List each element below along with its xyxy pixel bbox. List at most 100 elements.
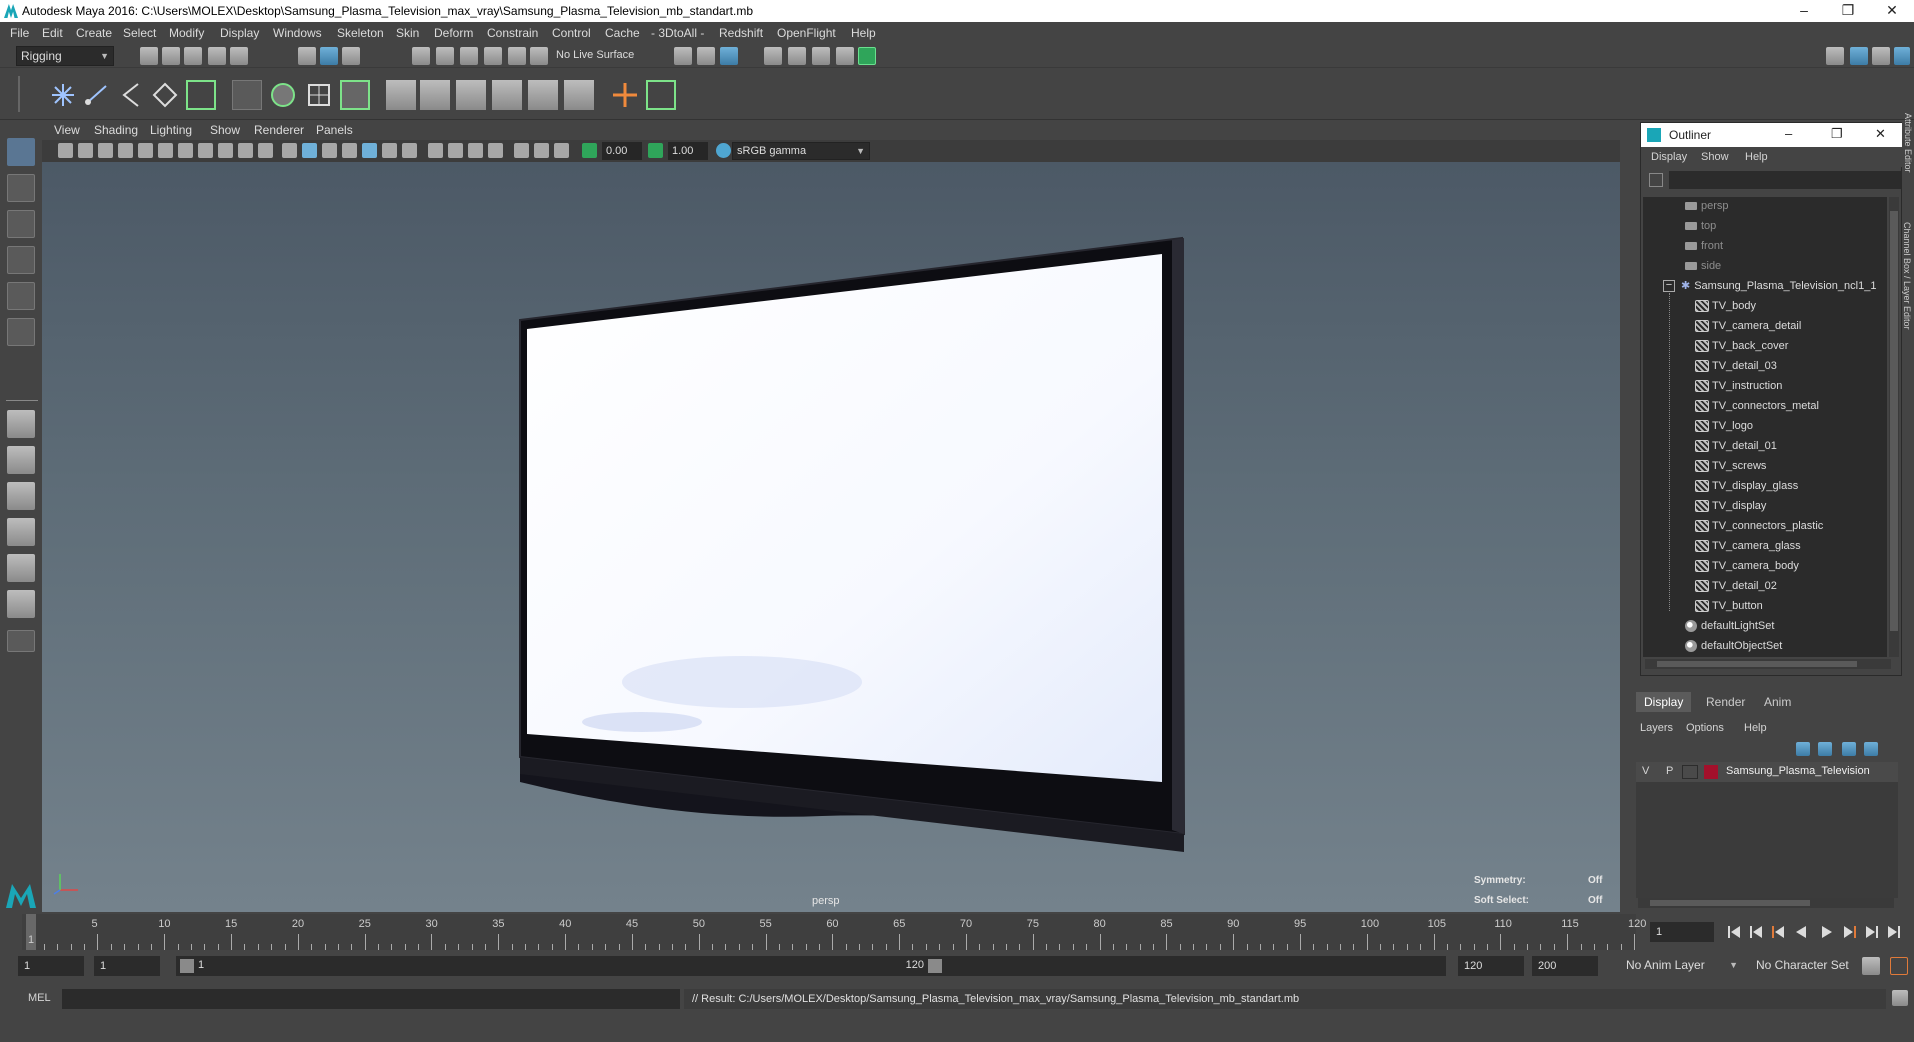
hypershade-icon[interactable] [836,47,854,65]
outliner-child-row[interactable]: TV_display_glass [1695,477,1798,495]
menu-redshift[interactable]: Redshift [719,26,763,40]
collapse-toggle-icon[interactable]: − [1663,280,1675,293]
auto-key-icon[interactable] [1862,957,1880,975]
persp-hypershade-layout-icon[interactable] [7,554,35,582]
input-ops-icon[interactable] [674,47,692,65]
exposure-toggle-icon[interactable] [582,143,597,158]
persp-outliner-layout-icon[interactable] [7,482,35,510]
layer-menu-options[interactable]: Options [1686,722,1724,734]
ik-spline-icon[interactable] [116,80,146,110]
constraint-aim-icon[interactable] [420,80,450,110]
rotate-tool-icon[interactable] [7,282,35,310]
outliner-menu-display[interactable]: Display [1651,151,1687,163]
panel-menu-lighting[interactable]: Lighting [150,123,192,137]
move-tool-icon[interactable] [7,246,35,274]
lattice-cube-icon[interactable] [304,80,334,110]
outliner-maximize-button[interactable]: ❐ [1831,126,1843,142]
outliner-child-row[interactable]: TV_camera_body [1695,557,1799,575]
isolate-select-icon[interactable] [488,143,503,158]
constraint-orient-icon[interactable] [456,80,486,110]
menu-cache[interactable]: Cache [605,26,640,40]
film-gate-icon[interactable] [158,143,173,158]
select-hierarchy-icon[interactable] [298,47,316,65]
locator-icon[interactable] [186,80,216,110]
range-end-handle[interactable] [928,959,942,973]
animation-end-field[interactable]: 200 [1532,956,1598,976]
layer-row[interactable]: V P Samsung_Plasma_Television [1636,762,1898,782]
move-layer-up-icon[interactable] [1796,742,1810,756]
attribute-editor-toggle-icon[interactable] [1850,47,1868,65]
perspective-viewport[interactable]: persp Symmetry: Off Soft Select: Off [42,162,1620,912]
set-key-icon[interactable] [646,80,676,110]
channel-box-tab[interactable]: Channel Box / Layer Editor [1902,222,1912,392]
animation-preferences-icon[interactable] [1890,957,1908,975]
menu-skin[interactable]: Skin [396,26,419,40]
outliner-menu-help[interactable]: Help [1745,151,1768,163]
new-layer-from-selection-icon[interactable] [1864,742,1878,756]
skin-bind-icon[interactable] [150,80,180,110]
channel-box-toggle-icon[interactable] [1894,47,1910,65]
command-input[interactable] [62,989,680,1009]
playback-end-field[interactable]: 120 [1458,956,1524,976]
depth-of-field-icon[interactable] [468,143,483,158]
textured-icon[interactable] [342,143,357,158]
view-transform-dropdown[interactable]: sRGB gamma ▼ [732,142,870,160]
close-button[interactable]: ✕ [1870,0,1914,22]
menu-windows[interactable]: Windows [273,26,322,40]
menu-modify[interactable]: Modify [169,26,204,40]
outliner-child-row[interactable]: TV_detail_02 [1695,577,1777,595]
character-set-dropdown[interactable]: No Character Set [1752,956,1866,976]
panel-menu-show[interactable]: Show [210,123,240,137]
script-editor-icon[interactable] [1892,990,1908,1006]
gamma-toggle-icon[interactable] [648,143,663,158]
make-live-icon[interactable] [530,47,548,65]
outliner-child-row[interactable]: TV_instruction [1695,377,1782,395]
panel-menu-view[interactable]: View [54,123,80,137]
joint-tool-icon[interactable] [48,80,78,110]
outliner-camera-persp[interactable]: persp [1685,197,1729,215]
snap-point-icon[interactable] [460,47,478,65]
layer-tab-display[interactable]: Display [1636,692,1692,712]
play-backward-icon[interactable] [1796,926,1806,938]
gate-mask-icon[interactable] [198,143,213,158]
outliner-child-row[interactable]: TV_logo [1695,417,1753,435]
outliner-horizontal-scrollbar[interactable] [1645,659,1891,669]
outliner-filter-icon[interactable] [1649,173,1663,187]
snap-view-plane-icon[interactable] [484,47,502,65]
panel-menu-shading[interactable]: Shading [94,123,138,137]
safe-action-icon[interactable] [238,143,253,158]
outliner-child-row[interactable]: TV_back_cover [1695,337,1788,355]
more-layouts-button[interactable] [7,630,35,652]
ipr-render-icon[interactable] [788,47,806,65]
menu-select[interactable]: Select [123,26,156,40]
constraint-parent-icon[interactable] [528,80,558,110]
gamma-field[interactable]: 1.00 [668,142,708,160]
layer-menu-help[interactable]: Help [1744,722,1767,734]
persp-graph-layout-icon[interactable] [7,518,35,546]
redo-icon[interactable] [230,47,248,65]
outliner-child-row[interactable]: TV_screws [1695,457,1766,475]
layer-name[interactable]: Samsung_Plasma_Television [1726,765,1870,777]
menu-control[interactable]: Control [552,26,591,40]
range-slider[interactable]: 1 120 [176,956,946,976]
smooth-shade-icon[interactable] [302,143,317,158]
select-camera-icon[interactable] [58,143,73,158]
layer-reference-toggle[interactable] [1682,765,1698,779]
render-current-frame-icon[interactable] [764,47,782,65]
open-scene-icon[interactable] [162,47,180,65]
menu-3dtoall[interactable]: - 3DtoAll - [651,26,704,40]
camera-attributes-icon[interactable] [78,143,93,158]
playback-start-field[interactable]: 1 [94,956,160,976]
constraint-point-icon[interactable] [386,80,416,110]
outliner-child-row[interactable]: TV_detail_01 [1695,437,1777,455]
outliner-vertical-scrollbar[interactable] [1889,197,1899,657]
outliner-child-row[interactable]: TV_body [1695,297,1756,315]
menu-deform[interactable]: Deform [434,26,473,40]
panel-menu-panels[interactable]: Panels [316,123,353,137]
outliner-child-row[interactable]: TV_connectors_metal [1695,397,1819,415]
single-perspective-layout-icon[interactable] [7,410,35,438]
constraint-scale-icon[interactable] [492,80,522,110]
render-view-icon[interactable] [858,47,876,65]
outliner-child-row[interactable]: TV_connectors_plastic [1695,517,1823,535]
panel-menu-renderer[interactable]: Renderer [254,123,304,137]
